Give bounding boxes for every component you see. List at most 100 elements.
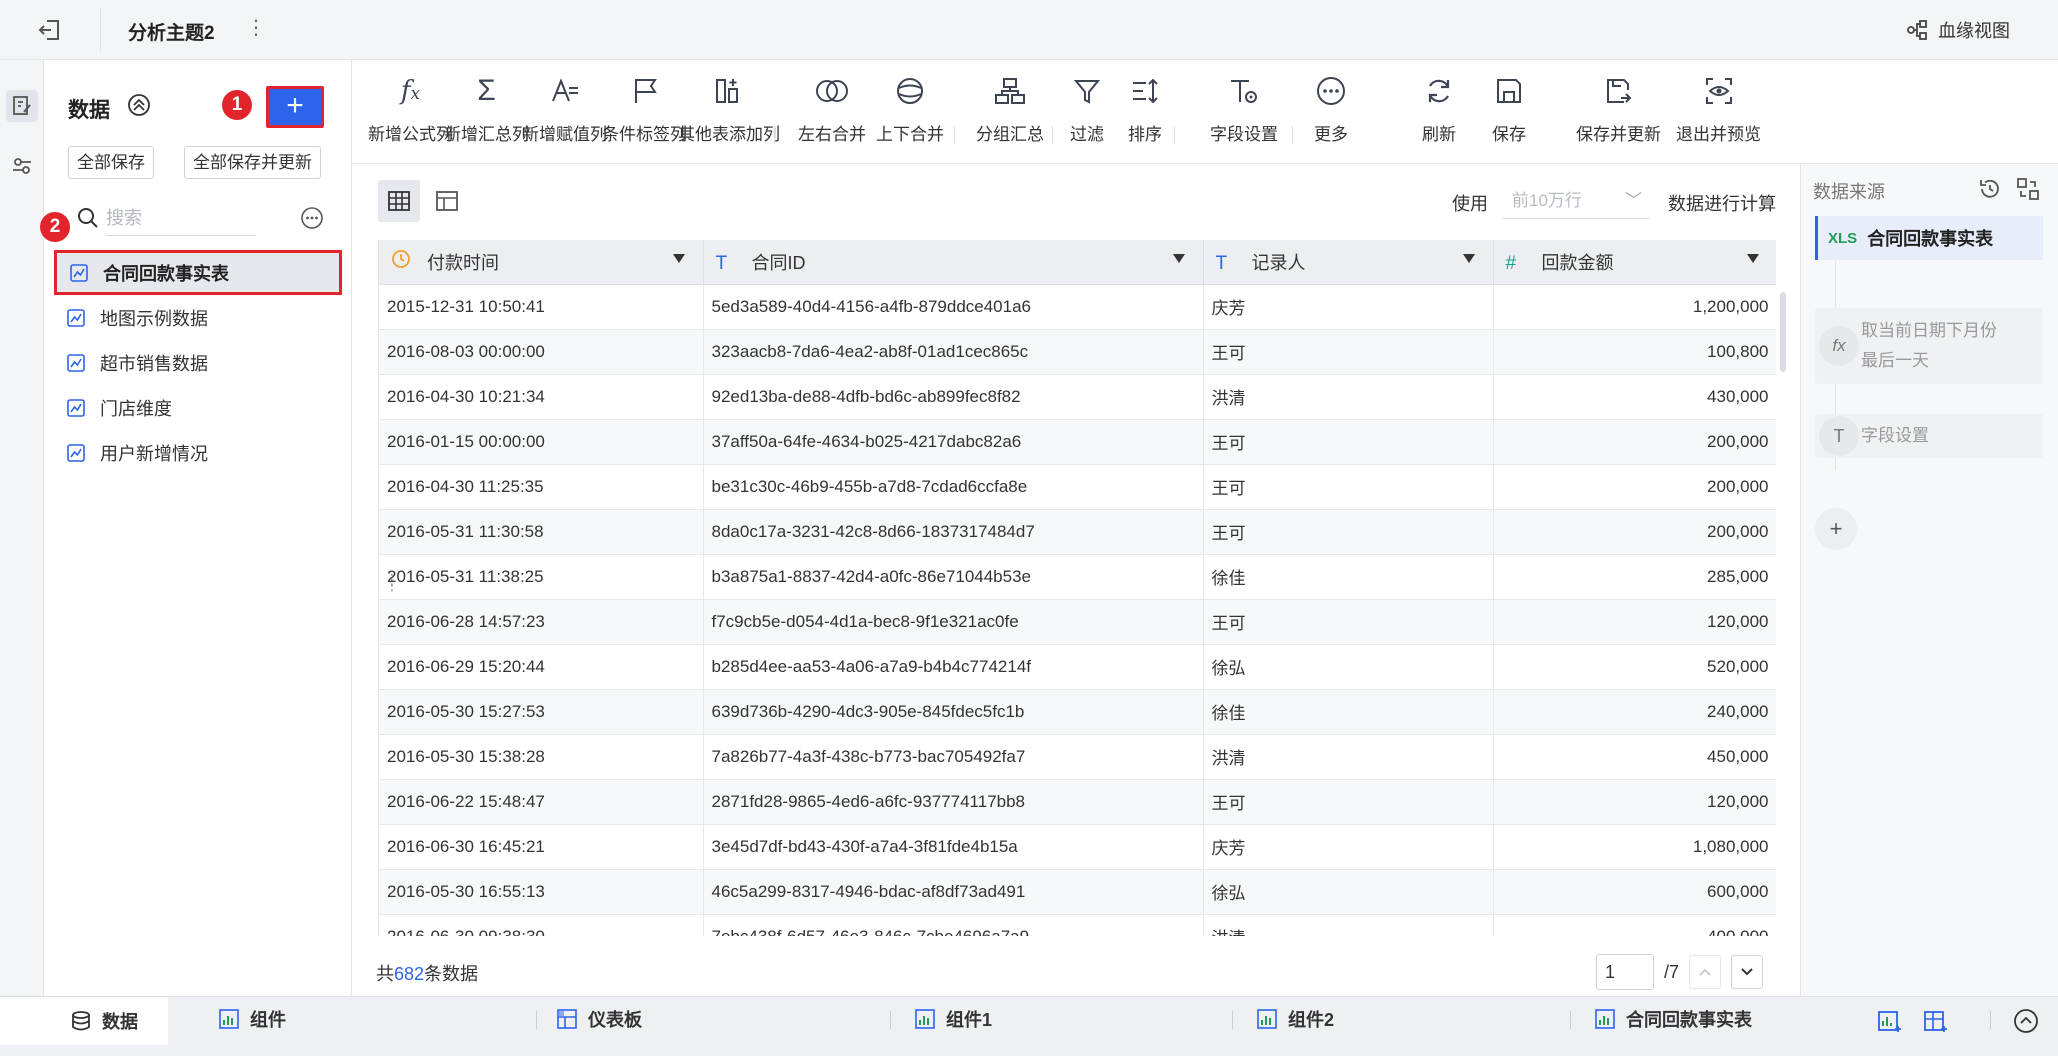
table-cell[interactable]: 400,000 bbox=[1493, 914, 1776, 936]
table-cell[interactable]: 洪清 bbox=[1203, 914, 1494, 936]
table-list-item[interactable]: 用户新增情况 bbox=[54, 430, 342, 475]
add-dashboard-icon[interactable] bbox=[1922, 1007, 1950, 1035]
toolbar-button[interactable]: 保存 bbox=[1492, 74, 1526, 145]
table-cell[interactable]: 120,000 bbox=[1493, 779, 1776, 825]
column-header[interactable]: 付款时间 bbox=[379, 240, 704, 285]
table-cell[interactable]: b285d4ee-aa53-4a06-a7a9-b4b4c774214f bbox=[703, 644, 1204, 690]
bottom-tab[interactable]: 数据 bbox=[0, 997, 168, 1045]
table-cell[interactable]: 200,000 bbox=[1493, 464, 1776, 510]
table-cell[interactable]: 7ebc438f-6d57-46e3-846c-7cbe4696a7a9 bbox=[703, 914, 1204, 936]
data-edit-icon[interactable] bbox=[6, 90, 38, 122]
table-cell[interactable]: 2871fd28-9865-4ed6-a6fc-937774117bb8 bbox=[703, 779, 1204, 825]
column-menu-icon[interactable] bbox=[1746, 254, 1759, 263]
table-cell[interactable]: 2016-06-29 15:20:44 bbox=[379, 644, 704, 690]
table-cell[interactable]: 徐弘 bbox=[1203, 644, 1494, 690]
table-cell[interactable]: 120,000 bbox=[1493, 599, 1776, 645]
bottom-tab[interactable]: 组件2 bbox=[1256, 997, 1334, 1041]
table-cell[interactable]: 2016-05-30 16:55:13 bbox=[379, 869, 704, 915]
table-cell[interactable]: 王可 bbox=[1203, 509, 1494, 555]
column-header[interactable]: # 回款金额 bbox=[1493, 240, 1776, 285]
toolbar-button[interactable]: 其他表添加列 bbox=[678, 74, 780, 145]
table-cell[interactable]: 2016-05-30 15:27:53 bbox=[379, 689, 704, 735]
column-menu-icon[interactable] bbox=[1172, 254, 1185, 263]
bottom-tab[interactable]: 合同回款事实表 bbox=[1594, 997, 1752, 1041]
more-options-icon[interactable] bbox=[300, 206, 324, 230]
page-input[interactable]: 1 bbox=[1596, 954, 1654, 990]
table-cell[interactable]: 王可 bbox=[1203, 599, 1494, 645]
table-cell[interactable]: 2016-05-30 15:38:28 bbox=[379, 734, 704, 780]
table-cell[interactable]: 46c5a299-8317-4946-bdac-af8df73ad491 bbox=[703, 869, 1204, 915]
table-cell[interactable]: 王可 bbox=[1203, 779, 1494, 825]
table-cell[interactable]: 洪清 bbox=[1203, 374, 1494, 420]
table-cell[interactable]: 323aacb8-7da6-4ea2-ab8f-01ad1cec865c bbox=[703, 329, 1204, 375]
toolbar-button[interactable]: 条件标签列 bbox=[602, 74, 687, 145]
toolbar-button[interactable]: 保存并更新 bbox=[1576, 74, 1661, 145]
bottom-tab[interactable]: 组件 bbox=[218, 997, 286, 1041]
settings-sliders-icon[interactable] bbox=[6, 150, 38, 182]
table-cell[interactable]: 520,000 bbox=[1493, 644, 1776, 690]
table-list-item[interactable]: 门店维度 bbox=[54, 385, 342, 430]
toolbar-button[interactable]: 更多 bbox=[1314, 74, 1348, 145]
table-cell[interactable]: 1,200,000 bbox=[1493, 284, 1776, 330]
table-cell[interactable]: 2016-06-30 09:38:30 bbox=[379, 914, 704, 936]
table-cell[interactable]: 639d736b-4290-4dc3-905e-845fdec5fc1b bbox=[703, 689, 1204, 735]
table-cell[interactable]: 7a826b77-4a3f-438c-b773-bac705492fa7 bbox=[703, 734, 1204, 780]
table-cell[interactable]: 430,000 bbox=[1493, 374, 1776, 420]
table-cell[interactable]: 600,000 bbox=[1493, 869, 1776, 915]
table-cell[interactable]: 徐弘 bbox=[1203, 869, 1494, 915]
search-input[interactable]: 搜索 bbox=[106, 200, 256, 236]
collapse-up-icon[interactable] bbox=[126, 92, 152, 118]
save-all-update-button[interactable]: 全部保存并更新 bbox=[184, 146, 321, 179]
table-list-item[interactable]: 超市销售数据 bbox=[54, 340, 342, 385]
toolbar-button[interactable]: 过滤 bbox=[1070, 74, 1104, 145]
table-cell[interactable]: be31c30c-46b9-455b-a7d8-7cdad6ccfa8e bbox=[703, 464, 1204, 510]
table-cell[interactable]: 徐佳 bbox=[1203, 554, 1494, 600]
layout-view-icon[interactable] bbox=[426, 180, 468, 222]
vertical-scrollbar[interactable] bbox=[1780, 292, 1786, 372]
table-cell[interactable]: 2015-12-31 10:50:41 bbox=[379, 284, 704, 330]
table-cell[interactable]: 240,000 bbox=[1493, 689, 1776, 735]
column-menu-icon[interactable] bbox=[1462, 254, 1475, 263]
table-cell[interactable]: 2016-05-31 11:30:58 bbox=[379, 509, 704, 555]
collapse-up-icon[interactable] bbox=[2012, 1007, 2040, 1035]
table-cell[interactable]: 450,000 bbox=[1493, 734, 1776, 780]
table-cell[interactable]: 1,080,000 bbox=[1493, 824, 1776, 870]
table-cell[interactable]: 92ed13ba-de88-4dfb-bd6c-ab899fec8f82 bbox=[703, 374, 1204, 420]
table-list-item[interactable]: 地图示例数据 bbox=[54, 295, 342, 340]
table-cell[interactable]: 37aff50a-64fe-4634-b025-4217dabc82a6 bbox=[703, 419, 1204, 465]
toolbar-button[interactable]: 上下合并 bbox=[876, 74, 944, 145]
table-cell[interactable]: 王可 bbox=[1203, 419, 1494, 465]
table-cell[interactable]: 2016-04-30 11:25:35 bbox=[379, 464, 704, 510]
lineage-view-button[interactable]: 血缘视图 bbox=[1906, 17, 2010, 43]
toolbar-button[interactable]: 刷新 bbox=[1422, 74, 1456, 145]
table-cell[interactable]: b3a875a1-8837-42d4-a0fc-86e71044b53e bbox=[703, 554, 1204, 600]
toolbar-button[interactable]: 分组汇总 bbox=[976, 74, 1044, 145]
table-cell[interactable]: 8da0c17a-3231-42c8-8d66-1837317484d7 bbox=[703, 509, 1204, 555]
table-cell[interactable]: 庆芳 bbox=[1203, 284, 1494, 330]
step-field-settings[interactable]: T 字段设置 bbox=[1815, 414, 2043, 458]
save-all-button[interactable]: 全部保存 bbox=[68, 146, 154, 179]
column-menu-icon[interactable] bbox=[672, 254, 685, 263]
table-cell[interactable]: 庆芳 bbox=[1203, 824, 1494, 870]
table-cell[interactable]: 3e45d7df-bd43-430f-a7a4-3f81fde4b15a bbox=[703, 824, 1204, 870]
row-limit-select[interactable]: 前10万行 ﹀ bbox=[1502, 183, 1650, 219]
grid-view-icon[interactable] bbox=[378, 180, 420, 222]
table-cell[interactable]: 2016-01-15 00:00:00 bbox=[379, 419, 704, 465]
table-cell[interactable]: 2016-04-30 10:21:34 bbox=[379, 374, 704, 420]
toolbar-button[interactable]: 新增赋值列 bbox=[522, 74, 607, 145]
toolbar-button[interactable]: 字段设置 bbox=[1210, 74, 1278, 145]
add-component-icon[interactable] bbox=[1876, 1007, 1904, 1035]
table-list-item[interactable]: 合同回款事实表 bbox=[54, 250, 342, 295]
table-cell[interactable]: 王可 bbox=[1203, 329, 1494, 375]
table-cell[interactable]: 2016-06-30 16:45:21 bbox=[379, 824, 704, 870]
table-cell[interactable]: 2016-06-28 14:57:23 bbox=[379, 599, 704, 645]
table-cell[interactable]: 200,000 bbox=[1493, 509, 1776, 555]
title-menu-icon[interactable]: ⋮ bbox=[246, 16, 266, 40]
table-cell[interactable]: 100,800 bbox=[1493, 329, 1776, 375]
history-icon[interactable] bbox=[1977, 176, 2003, 202]
step-formula[interactable]: fx 取当前日期下月份 最后一天 bbox=[1815, 308, 2043, 384]
column-header[interactable]: T 记录人 bbox=[1203, 240, 1494, 285]
next-page-button[interactable] bbox=[1731, 955, 1764, 989]
toolbar-button[interactable]: Σ 新增汇总列 bbox=[444, 74, 529, 145]
table-cell[interactable]: 285,000 bbox=[1493, 554, 1776, 600]
